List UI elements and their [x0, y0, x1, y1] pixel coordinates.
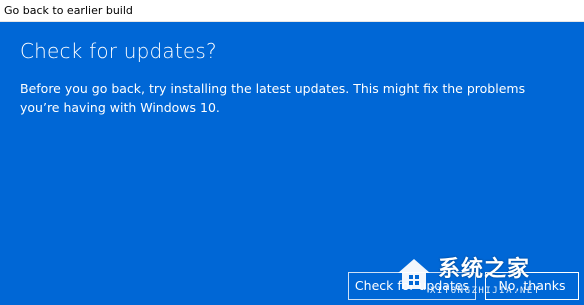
dialog-window: Go back to earlier build Check for updat… [0, 0, 584, 305]
check-for-updates-button[interactable]: Check for updates [348, 272, 476, 300]
no-thanks-button[interactable]: No, thanks [485, 272, 579, 300]
dialog-heading: Check for updates? [20, 39, 217, 63]
dialog-content: Check for updates? Before you go back, t… [20, 36, 564, 117]
window-titlebar: Go back to earlier build [0, 0, 584, 22]
window-title: Go back to earlier build [4, 4, 133, 17]
dialog-body-text: Before you go back, try installing the l… [20, 81, 526, 115]
